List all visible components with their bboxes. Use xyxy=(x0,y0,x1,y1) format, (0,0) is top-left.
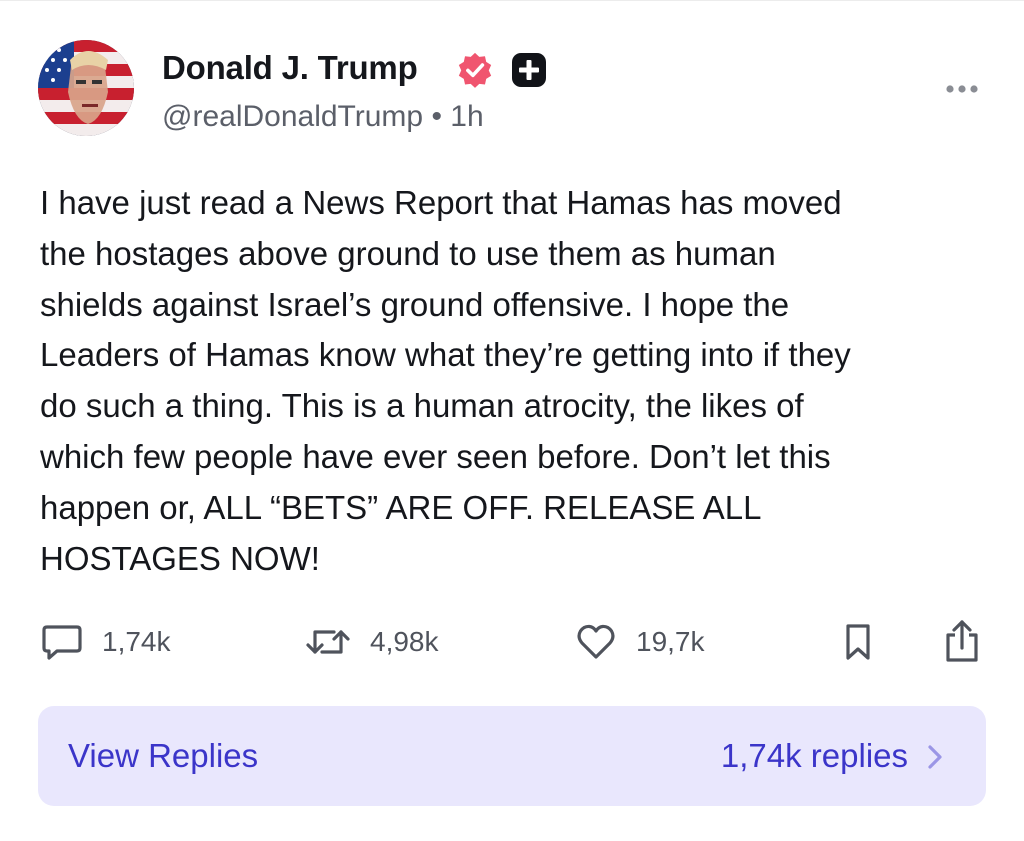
reply-count: 1,74k xyxy=(102,626,171,657)
more-icon[interactable] xyxy=(944,82,980,96)
bookmark-button[interactable] xyxy=(838,618,878,666)
replies-count: 1,74k replies xyxy=(720,737,908,774)
author-handle-and-time: @realDonaldTrump • 1h xyxy=(162,100,484,133)
reply-button[interactable]: 1,74k xyxy=(40,618,171,666)
chevron-right-icon xyxy=(928,745,942,769)
heart-icon xyxy=(577,624,615,659)
comment-icon xyxy=(42,625,82,660)
like-count: 19,7k xyxy=(636,626,705,657)
share-button[interactable] xyxy=(940,618,984,666)
bookmark-icon xyxy=(846,624,870,660)
repost-button[interactable]: 4,98k xyxy=(304,618,439,666)
share-icon xyxy=(946,620,978,662)
view-replies-button[interactable]: View Replies 1,74k replies xyxy=(38,706,986,806)
verified-badge-icon xyxy=(458,52,492,88)
top-divider xyxy=(0,0,1024,1)
author-display-name[interactable]: Donald J. Trump xyxy=(162,48,418,88)
like-button[interactable]: 19,7k xyxy=(574,618,705,666)
plus-badge-icon xyxy=(512,53,546,87)
post-body: I have just read a News Report that Hama… xyxy=(40,184,851,577)
repost-count: 4,98k xyxy=(370,626,439,657)
avatar[interactable] xyxy=(38,40,134,136)
repost-icon xyxy=(306,630,350,654)
view-replies-label: View Replies xyxy=(68,737,259,774)
